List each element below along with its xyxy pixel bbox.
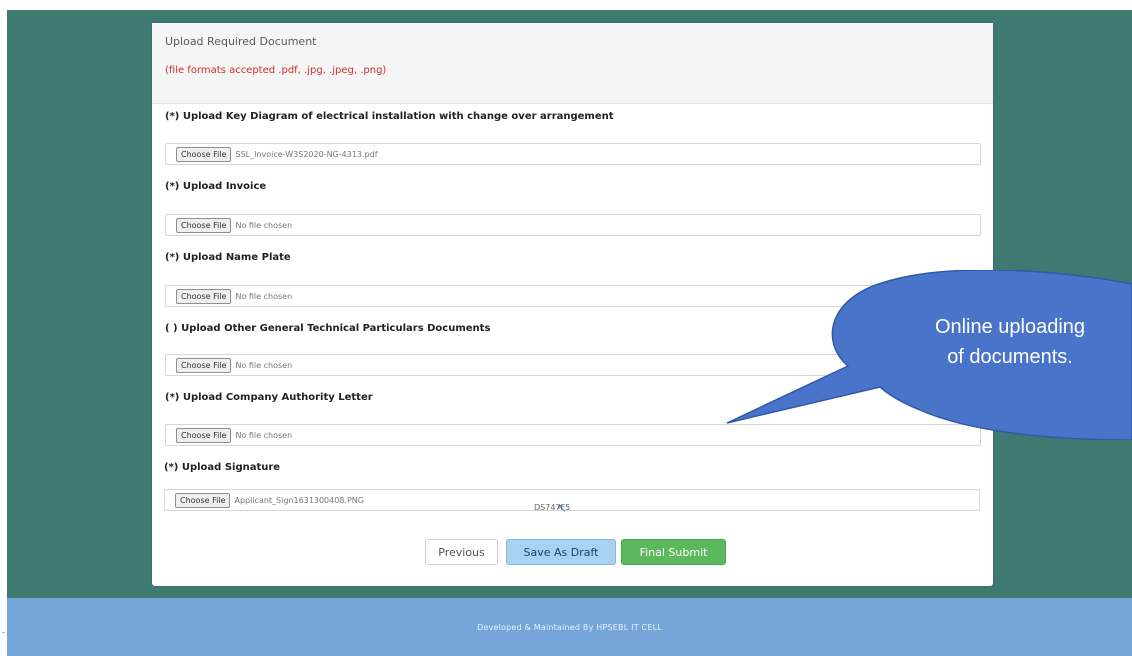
captcha-code: DS747F5	[534, 503, 571, 512]
callout-text: Online uploading of documents.	[895, 312, 1125, 372]
signature-row: (*) Upload Signature Choose File Applica…	[152, 452, 993, 512]
choose-file-button[interactable]: Choose File	[176, 357, 232, 373]
final-submit-button[interactable]: Final Submit	[621, 539, 726, 565]
file-name: No file chosen	[235, 291, 293, 301]
field-label-name-plate: (*) Upload Name Plate	[165, 252, 291, 263]
callout-line-1: Online uploading	[934, 316, 1086, 338]
file-name: SSL_Invoice-W3S2020-NG-4313.pdf	[235, 149, 378, 159]
field-label-key-diagram: (*) Upload Key Diagram of electrical ins…	[165, 111, 614, 122]
upload-card-header: Upload Required Document (file formats a…	[152, 23, 993, 104]
file-input-key-diagram[interactable]: Choose File SSL_Invoice-W3S2020-NG-4313.…	[165, 143, 981, 165]
file-name: No file chosen	[235, 220, 293, 230]
edge-mark: -	[2, 628, 5, 637]
field-label-company-authority-letter: (*) Upload Company Authority Letter	[165, 392, 373, 403]
previous-button[interactable]: Previous	[425, 539, 498, 565]
file-input-invoice[interactable]: Choose File No file chosen	[165, 214, 981, 236]
upload-section-title: Upload Required Document	[165, 35, 317, 48]
file-name: No file chosen	[235, 360, 293, 370]
field-label-signature: (*) Upload Signature	[164, 462, 281, 473]
choose-file-button[interactable]: Choose File	[176, 146, 232, 162]
choose-file-button[interactable]: Choose File	[176, 427, 232, 443]
file-input-signature[interactable]: Choose File Applicant_Sign1631300408.PNG	[164, 489, 980, 511]
choose-file-button[interactable]: Choose File	[175, 492, 231, 508]
choose-file-button[interactable]: Choose File	[176, 217, 232, 233]
field-label-technical-particulars: ( ) Upload Other General Technical Parti…	[165, 323, 491, 334]
file-name: No file chosen	[235, 430, 293, 440]
file-formats-note: (file formats accepted .pdf, .jpg, .jpeg…	[165, 65, 387, 76]
callout-line-2: of documents.	[947, 346, 1073, 368]
file-name: Applicant_Sign1631300408.PNG	[234, 495, 364, 505]
page-footer: Developed & Maintained By HPSEBL IT CELL	[7, 598, 1132, 656]
footer-credit: Developed & Maintained By HPSEBL IT CELL	[477, 622, 662, 632]
field-label-invoice: (*) Upload Invoice	[165, 181, 267, 192]
save-as-draft-button[interactable]: Save As Draft	[506, 539, 616, 565]
choose-file-button[interactable]: Choose File	[176, 288, 232, 304]
